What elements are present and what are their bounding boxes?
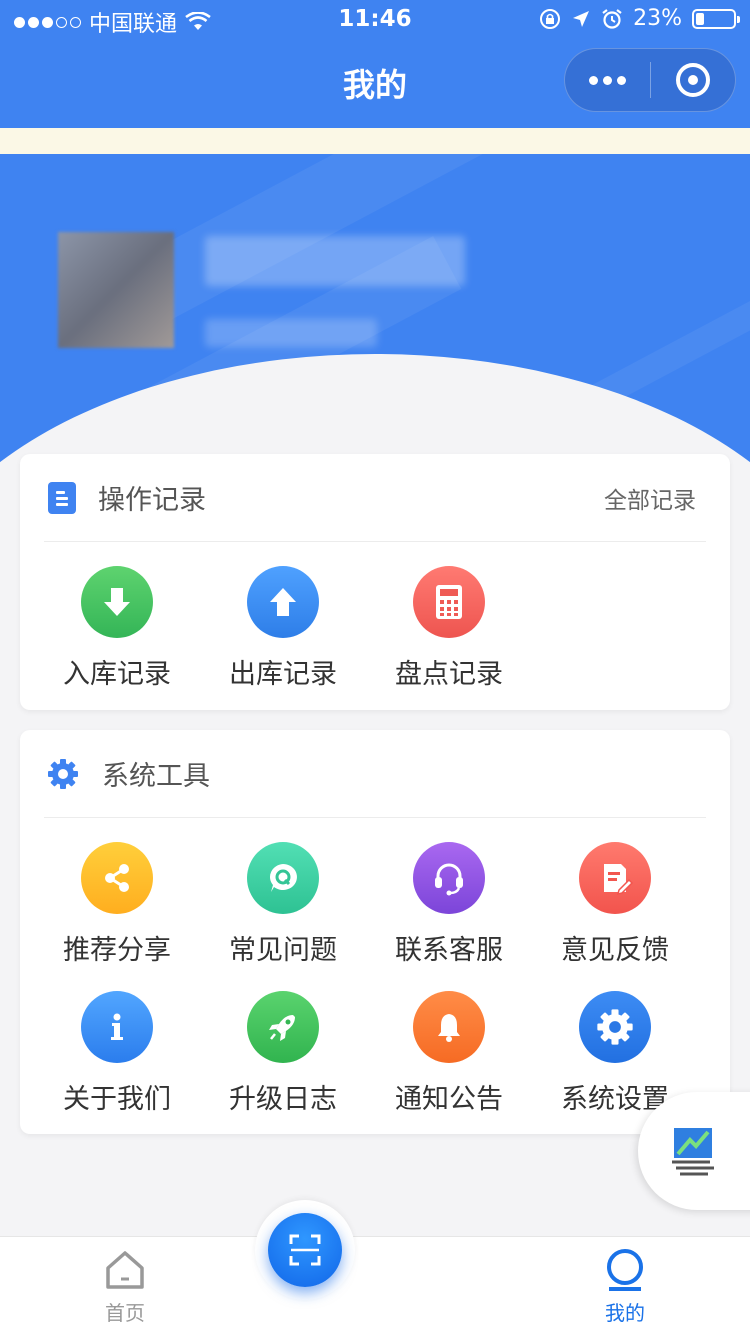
share-button[interactable]: 推荐分享 <box>34 842 200 967</box>
close-mini-program-button[interactable] <box>651 63 736 97</box>
info-icon <box>81 991 153 1063</box>
share-label: 推荐分享 <box>63 935 171 966</box>
battery-icon <box>692 8 740 29</box>
tools-title: 系统工具 <box>102 761 210 792</box>
profile-circle-icon <box>607 1249 643 1291</box>
arrow-down-icon <box>81 566 153 638</box>
feedback-label: 意见反馈 <box>561 935 669 966</box>
gear-icon <box>48 758 78 789</box>
rotation-lock-icon <box>540 8 561 29</box>
user-info-redacted <box>205 319 377 347</box>
announcements-label: 通知公告 <box>395 1084 503 1115</box>
records-card-header: 操作记录 全部记录 <box>44 454 706 542</box>
status-bar: 中国联通 11:46 23% <box>0 0 750 40</box>
faq-button[interactable]: 常见问题 <box>200 842 366 967</box>
customer-service-label: 联系客服 <box>395 935 503 966</box>
announcements-button[interactable]: 通知公告 <box>366 991 532 1116</box>
notice-strip <box>0 128 750 154</box>
mini-program-capsule <box>564 48 736 112</box>
outbound-records-label: 出库记录 <box>229 659 337 690</box>
tools-card-header: 系统工具 <box>44 730 706 818</box>
home-icon <box>106 1251 144 1289</box>
user-name-redacted <box>205 236 465 286</box>
scan-button-wrapper <box>255 1200 355 1300</box>
top-bar: 中国联通 11:46 23% 我的 <box>0 0 750 128</box>
battery-fill <box>696 12 704 25</box>
document-icon <box>48 481 76 514</box>
inbound-records-label: 入库记录 <box>63 659 171 690</box>
feedback-button[interactable]: 意见反馈 <box>532 842 698 967</box>
headset-icon <box>413 842 485 914</box>
tab-home[interactable]: 首页 <box>55 1237 195 1334</box>
all-records-link[interactable]: 全部记录 <box>604 481 696 515</box>
floating-widget-button[interactable] <box>638 1092 750 1210</box>
changelog-label: 升级日志 <box>229 1084 337 1115</box>
calculator-icon <box>413 566 485 638</box>
arrow-up-icon <box>247 566 319 638</box>
feedback-doc-icon <box>579 842 651 914</box>
profile-banner <box>0 154 750 494</box>
records-title: 操作记录 <box>98 485 206 516</box>
rocket-icon <box>247 991 319 1063</box>
battery-percent: 23% <box>633 6 682 31</box>
alarm-icon <box>602 8 622 29</box>
tools-card: 系统工具 推荐分享 常见问题 联系客服 意见反馈 关于我们 升级日志 通知公告 … <box>20 730 730 1134</box>
tab-home-label: 首页 <box>105 1301 145 1325</box>
scan-icon <box>289 1234 321 1266</box>
tab-mine[interactable]: 我的 <box>555 1237 695 1334</box>
faq-bubble-icon <box>247 842 319 914</box>
about-us-label: 关于我们 <box>63 1084 171 1115</box>
share-icon <box>81 842 153 914</box>
app-logo-icon <box>672 1128 714 1176</box>
outbound-records-button[interactable]: 出库记录 <box>200 566 366 691</box>
faq-label: 常见问题 <box>229 935 337 966</box>
customer-service-button[interactable]: 联系客服 <box>366 842 532 967</box>
changelog-button[interactable]: 升级日志 <box>200 991 366 1116</box>
gear-icon <box>579 991 651 1063</box>
records-card: 操作记录 全部记录 入库记录 出库记录 盘点记录 <box>20 454 730 710</box>
bell-icon <box>413 991 485 1063</box>
inventory-check-records-button[interactable]: 盘点记录 <box>366 566 532 691</box>
more-menu-button[interactable] <box>565 75 650 85</box>
tab-bar: 首页 我的 <box>0 1236 750 1334</box>
location-arrow-icon <box>573 10 590 27</box>
more-dots-icon <box>588 75 598 85</box>
scan-button[interactable] <box>268 1213 342 1287</box>
target-circle-icon <box>675 63 710 97</box>
tab-mine-label: 我的 <box>605 1301 645 1325</box>
about-us-button[interactable]: 关于我们 <box>34 991 200 1116</box>
inbound-records-button[interactable]: 入库记录 <box>34 566 200 691</box>
inventory-check-records-label: 盘点记录 <box>395 659 503 690</box>
avatar[interactable] <box>58 232 174 348</box>
